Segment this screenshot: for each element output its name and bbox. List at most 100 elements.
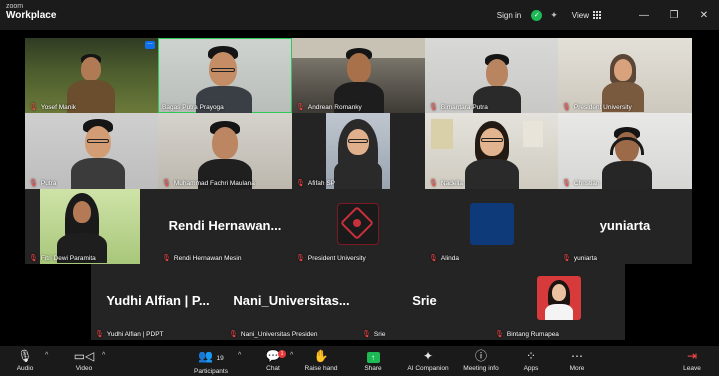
participants-button[interactable]: 👥 19 Participants [186, 349, 236, 375]
participant-name: 🎙 Nadella [429, 179, 463, 188]
brand-small: zoom [6, 3, 24, 10]
participant-name: 🎙 Alinda [429, 254, 459, 263]
mic-muted-icon: 🎙 [562, 104, 571, 111]
participant-display-name: Nani_Universitas... [233, 293, 350, 308]
minimize-icon[interactable]: — [629, 0, 659, 30]
more-options-icon[interactable]: … [145, 40, 155, 49]
microphone-icon: 🎙 [17, 349, 33, 363]
app-logo: zoom Workplace [6, 3, 56, 21]
video-tile-off[interactable]: yuniarta 🎙 yuniarta [558, 189, 692, 264]
mic-muted-icon: 🎙 [296, 104, 305, 111]
audio-options-chevron-icon[interactable]: ^ [45, 352, 48, 359]
video-tile[interactable]: 🎙 Nadella [425, 113, 558, 189]
participant-name: 🎙 President University [562, 103, 632, 112]
grid-view-icon [593, 11, 601, 19]
profile-picture [537, 276, 581, 320]
mic-muted-icon: 🎙 [229, 331, 238, 338]
profile-picture [470, 203, 514, 245]
participants-options-chevron-icon[interactable]: ^ [238, 352, 241, 359]
raise-hand-button[interactable]: ✋ Raise hand [296, 349, 346, 372]
mic-muted-icon: 🎙 [495, 331, 504, 338]
participant-name: 🎙 Christian [562, 179, 600, 188]
more-button[interactable]: ⋯ More [552, 349, 602, 372]
mic-muted-icon: 🎙 [562, 180, 571, 187]
participant-name: 🎙 Bimantara Putra [429, 103, 488, 112]
share-button[interactable]: ↑ Share [348, 349, 398, 372]
chat-unread-badge: 1 [278, 350, 286, 358]
participant-name: 🎙 yuniarta [562, 254, 598, 263]
mic-muted-icon: 🎙 [162, 255, 171, 262]
ai-sparkle-icon: ✦ [422, 349, 434, 363]
participant-name: 🎙 Bintang Rumapea [495, 330, 559, 339]
video-tile[interactable]: … 🎙 Yosef Manik [25, 38, 158, 113]
video-gallery: … 🎙 Yosef Manik Bagas Putra Prayoga 🎙 Andr… [0, 30, 719, 346]
participant-name: 🎙 Afifah SP [296, 179, 335, 188]
info-icon: ⓘ [474, 349, 487, 363]
participant-name: 🎙 Rendi Hernawan Mesin [162, 254, 242, 263]
participant-name: 🎙 President University [296, 254, 366, 263]
ai-sparkle-icon[interactable]: ✦ [550, 10, 558, 21]
participant-name: 🎙 Andrean Romanky [296, 103, 362, 112]
video-options-chevron-icon[interactable]: ^ [102, 352, 105, 359]
mic-muted-icon: 🎙 [429, 180, 438, 187]
raise-hand-icon: ✋ [313, 349, 329, 363]
participant-name: 🎙 Yudhi Alfian | PDPT [95, 330, 164, 339]
president-university-logo [337, 203, 379, 245]
leave-button[interactable]: ⇥ Leave [667, 349, 717, 372]
participant-display-name: Yudhi Alfian | P... [106, 293, 210, 308]
brand-large: Workplace [6, 10, 57, 21]
mic-muted-icon: 🎙 [362, 331, 371, 338]
video-tile-off[interactable]: Nani_Universitas... 🎙 Nani_Universitas Pr… [225, 264, 358, 340]
video-tile-off[interactable]: 🎙 Alinda [425, 189, 558, 264]
participant-name: 🎙 Yosef Manik [29, 103, 77, 112]
participants-icon: 👥 [198, 349, 214, 363]
chat-options-chevron-icon[interactable]: ^ [290, 352, 293, 359]
participant-name: 🎙 Putra [29, 179, 57, 188]
mic-muted-icon: 🎙 [29, 255, 38, 262]
video-tile-active-speaker[interactable]: Bagas Putra Prayoga [158, 38, 292, 113]
video-tile[interactable]: 🎙 Christian [558, 113, 692, 189]
mic-muted-icon: 🎙 [562, 255, 571, 262]
participants-count: 19 [216, 355, 224, 362]
mic-muted-icon: 🎙 [29, 104, 38, 111]
video-tile[interactable]: 🎙 Andrean Romanky [292, 38, 425, 113]
video-tile[interactable]: 🎙 Afifah SP [292, 113, 425, 189]
apps-icon: ⁘ [525, 349, 537, 363]
participant-name: 🎙 Muhammad Fachri Maulana [162, 179, 255, 188]
video-tile[interactable]: 🎙 Bimantara Putra [425, 38, 558, 113]
mic-muted-icon: 🎙 [95, 331, 104, 338]
share-screen-icon: ↑ [366, 352, 380, 363]
video-tile[interactable]: 🎙 President University [558, 38, 692, 113]
participant-display-name: Srie [412, 293, 437, 308]
video-tile[interactable]: 🎙 Putra [25, 113, 158, 189]
participant-name: 🎙 Nani_Universitas Presiden [229, 330, 318, 339]
encryption-shield-icon[interactable]: ✓ [531, 9, 543, 21]
audio-button[interactable]: 🎙 Audio [7, 349, 43, 372]
video-tile-off[interactable]: 🎙 President University [292, 189, 425, 264]
restore-icon[interactable]: ❐ [659, 0, 689, 30]
ai-companion-button[interactable]: ✦ AI Companion [400, 349, 456, 372]
video-tile-off[interactable]: Rendi Hernawan... 🎙 Rendi Hernawan Mesin [158, 189, 292, 264]
apps-button[interactable]: ⁘ Apps [506, 349, 556, 372]
mic-muted-icon: 🎙 [162, 180, 171, 187]
view-button[interactable]: View [572, 11, 601, 20]
close-icon[interactable]: ✕ [689, 0, 719, 30]
video-camera-icon: ▭◁ [73, 349, 95, 363]
mic-muted-icon: 🎙 [429, 104, 438, 111]
participant-display-name: Rendi Hernawan... [168, 217, 282, 233]
video-tile[interactable]: 🎙 Muhammad Fachri Maulana [158, 113, 292, 189]
mic-muted-icon: 🎙 [296, 255, 305, 262]
title-bar: zoom Workplace Sign in ✓ ✦ View — ❐ ✕ [0, 0, 719, 30]
video-tile-off[interactable]: 🎙 Bintang Rumapea [491, 264, 625, 340]
video-tile-off[interactable]: Srie 🎙 Srie [358, 264, 491, 340]
video-button[interactable]: ▭◁ Video [66, 349, 102, 372]
view-label: View [571, 10, 589, 20]
sign-in-link[interactable]: Sign in [497, 11, 521, 20]
video-tile-off[interactable]: Yudhi Alfian | P... 🎙 Yudhi Alfian | PDPT [91, 264, 225, 340]
participant-display-name: yuniarta [599, 217, 651, 233]
video-tile[interactable]: 🎙 Fitri Dewi Paramita [25, 189, 158, 264]
participant-name: 🎙 Srie [362, 330, 386, 339]
meeting-info-button[interactable]: ⓘ Meeting info [456, 349, 506, 372]
participant-name: Bagas Putra Prayoga [162, 104, 224, 111]
mic-muted-icon: 🎙 [296, 180, 305, 187]
